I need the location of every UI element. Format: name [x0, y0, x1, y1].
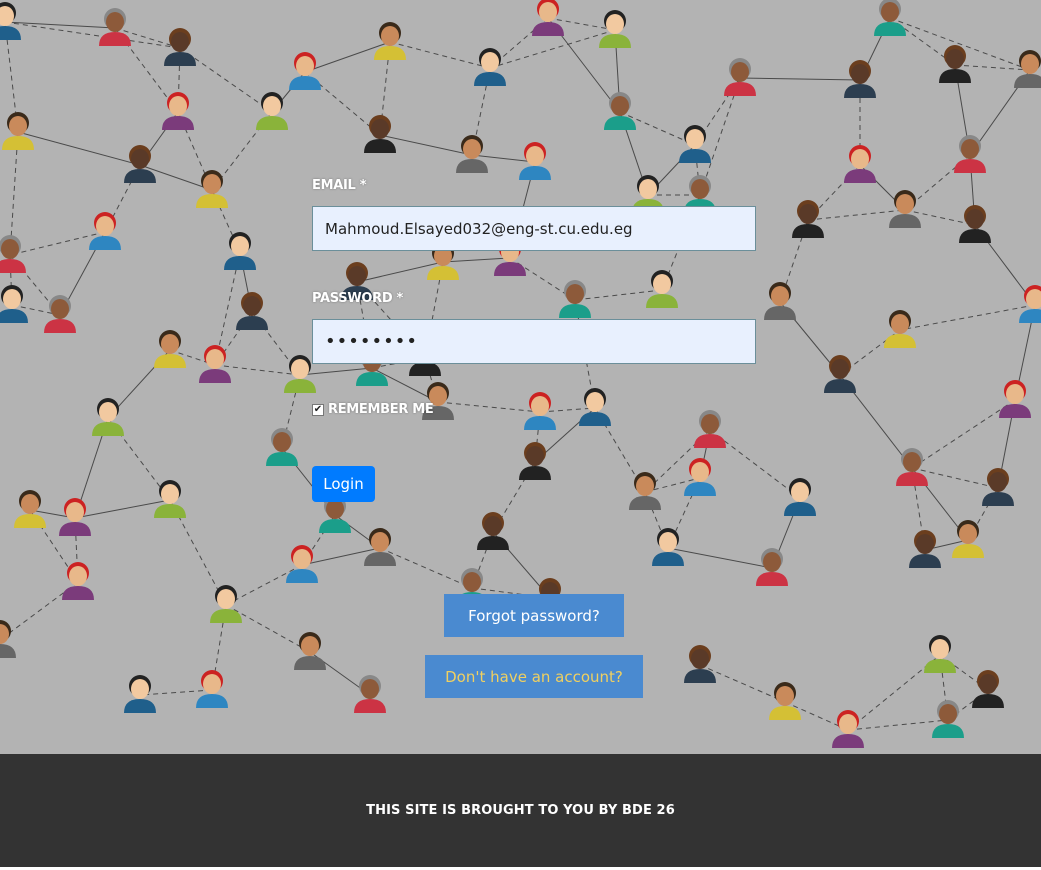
person-icon [59, 498, 91, 536]
person-icon [289, 52, 321, 90]
footer-text: THIS SITE IS BROUGHT TO YOU BY BDE 26 [366, 803, 675, 818]
person-icon [224, 232, 256, 270]
person-icon [756, 548, 788, 586]
person-icon [646, 270, 678, 308]
forgot-password-button[interactable]: Forgot password? [444, 594, 624, 637]
person-icon [972, 670, 1004, 708]
person-icon [769, 682, 801, 720]
person-icon [266, 428, 298, 466]
person-icon [0, 2, 21, 40]
person-icon [236, 292, 268, 330]
person-icon [959, 205, 991, 243]
person-icon [684, 645, 716, 683]
remember-me-checkbox[interactable]: ✔ [312, 403, 324, 416]
person-icon [2, 112, 34, 150]
person-icon [124, 145, 156, 183]
person-icon [874, 0, 906, 36]
person-icon [599, 10, 631, 48]
person-icon [164, 28, 196, 66]
person-icon [764, 282, 796, 320]
person-icon [932, 700, 964, 738]
person-icon [844, 60, 876, 98]
person-icon [679, 125, 711, 163]
person-icon [889, 190, 921, 228]
person-icon [1019, 285, 1041, 323]
remember-me-label: REMEMBER ME [328, 402, 434, 417]
person-icon [0, 620, 16, 658]
remember-me[interactable]: ✔ REMEMBER ME [312, 402, 434, 417]
email-label: EMAIL * [312, 178, 367, 193]
person-icon [629, 472, 661, 510]
person-icon [724, 58, 756, 96]
signup-link-button[interactable]: Don't have an account? [425, 655, 643, 698]
person-icon [999, 380, 1031, 418]
person-icon [579, 388, 611, 426]
person-icon [684, 458, 716, 496]
footer: THIS SITE IS BROUGHT TO YOU BY BDE 26 [0, 754, 1041, 867]
person-icon [199, 345, 231, 383]
person-icon [354, 675, 386, 713]
person-icon [162, 92, 194, 130]
person-icon [844, 145, 876, 183]
person-icon [519, 442, 551, 480]
person-icon [474, 48, 506, 86]
person-icon [196, 170, 228, 208]
person-icon [89, 212, 121, 250]
password-label: PASSWORD * [312, 291, 404, 306]
person-icon [954, 135, 986, 173]
person-icon [92, 398, 124, 436]
password-field[interactable] [312, 319, 756, 364]
person-icon [924, 635, 956, 673]
person-icon [364, 115, 396, 153]
person-icon [784, 478, 816, 516]
person-icon [0, 285, 28, 323]
network-illustration [0, 0, 1041, 748]
person-icon [532, 0, 564, 36]
person-icon [62, 562, 94, 600]
person-icon [909, 530, 941, 568]
login-button[interactable]: Login [312, 466, 375, 502]
person-icon [44, 295, 76, 333]
email-field[interactable] [312, 206, 756, 251]
person-icon [0, 235, 26, 273]
person-icon [374, 22, 406, 60]
person-icon [694, 410, 726, 448]
person-icon [652, 528, 684, 566]
person-icon [477, 512, 509, 550]
person-icon [286, 545, 318, 583]
person-icon [124, 675, 156, 713]
person-icon [210, 585, 242, 623]
person-icon [982, 468, 1014, 506]
person-icon [14, 490, 46, 528]
person-icon [456, 135, 488, 173]
person-icon [939, 45, 971, 83]
person-icon [294, 632, 326, 670]
person-icon [154, 330, 186, 368]
person-icon [884, 310, 916, 348]
person-icon [364, 528, 396, 566]
people-network-background [0, 0, 1041, 754]
person-icon [196, 670, 228, 708]
